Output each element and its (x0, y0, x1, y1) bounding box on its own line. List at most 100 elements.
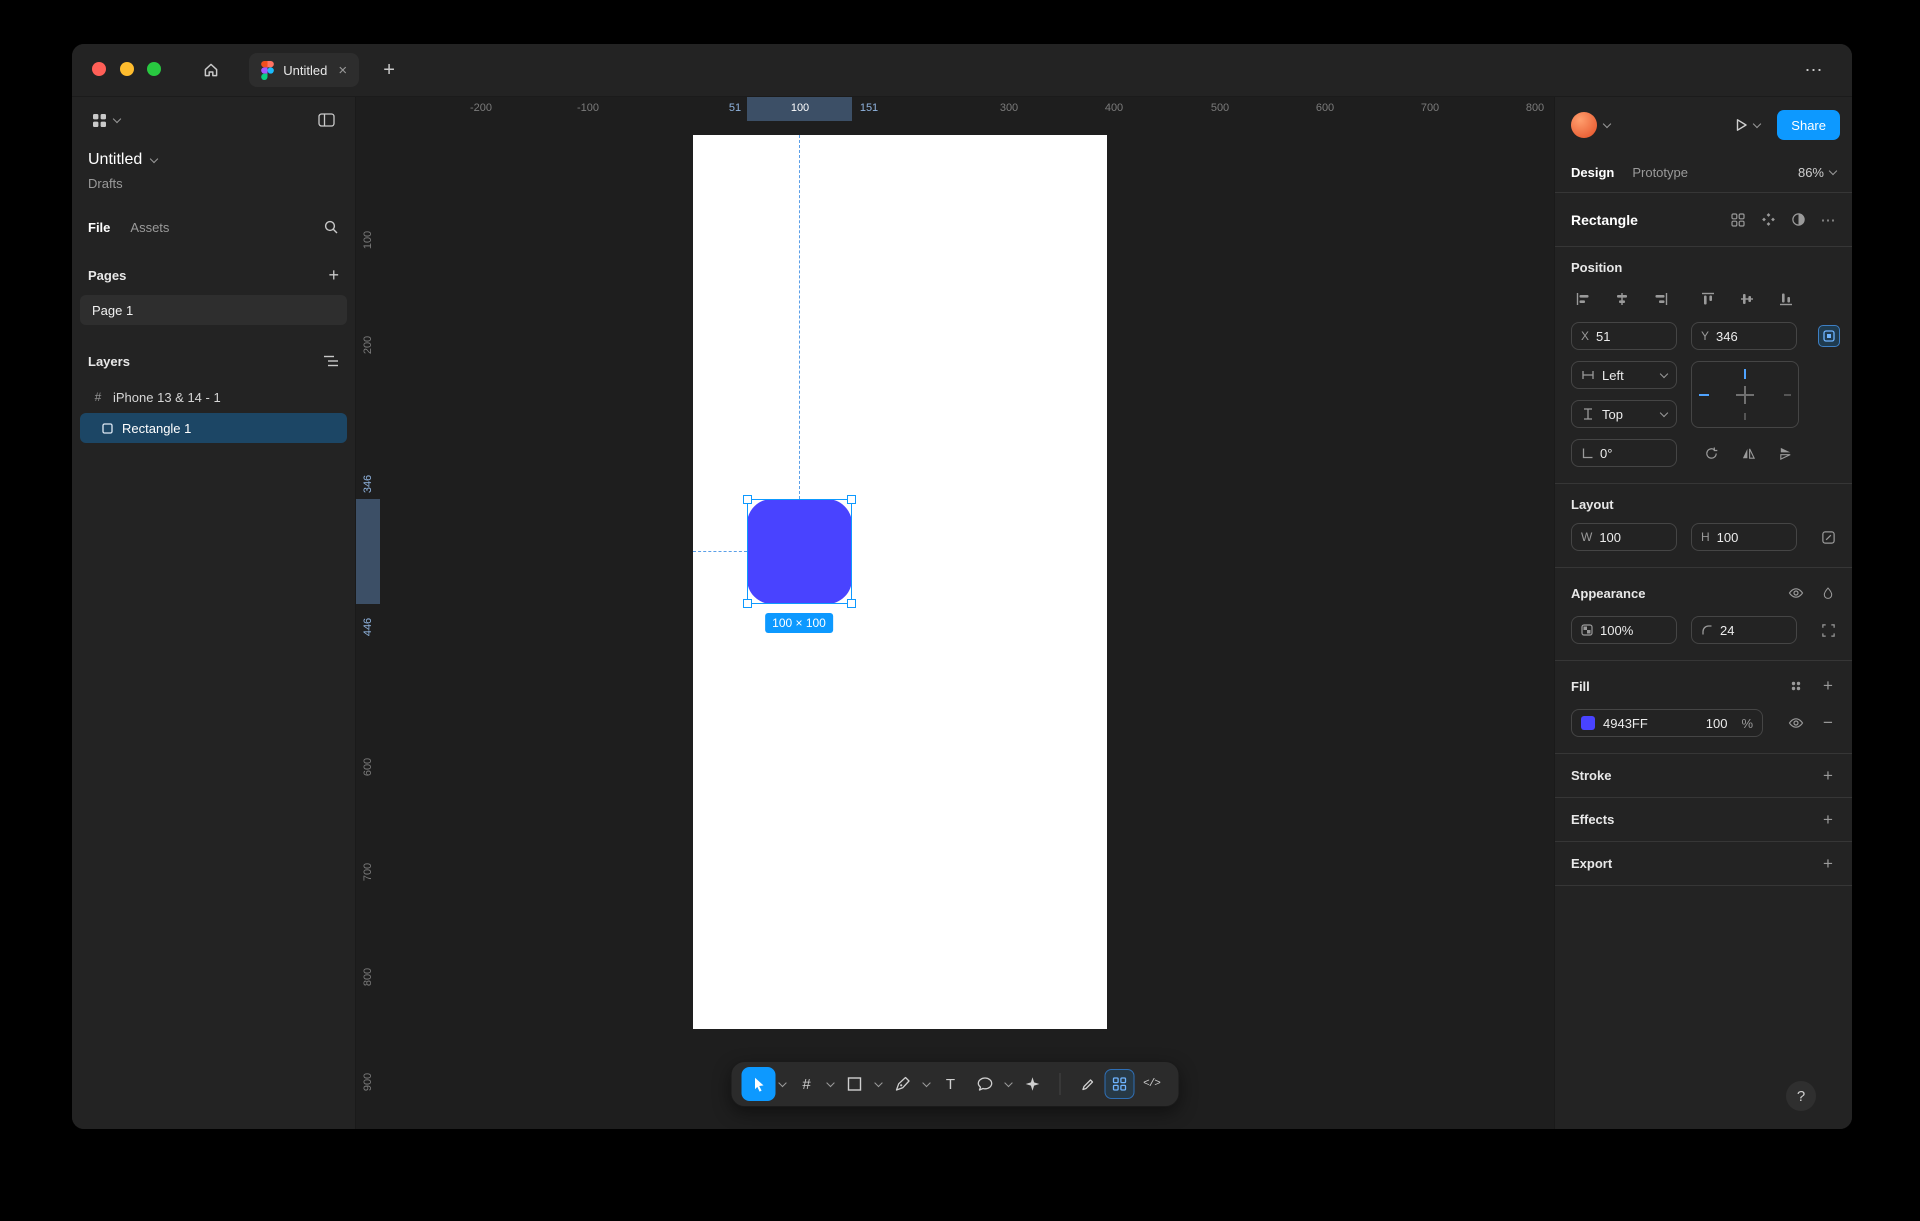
layers-filter-button[interactable] (323, 354, 339, 368)
y-position-field[interactable]: Y 346 (1691, 322, 1797, 350)
opacity-field[interactable]: 100% (1571, 616, 1677, 644)
present-button[interactable] (1733, 117, 1760, 133)
home-button[interactable] (195, 54, 227, 86)
more-options-button[interactable]: ⋯ (1816, 208, 1840, 232)
text-tool-button[interactable]: T (934, 1067, 968, 1101)
window-more-button[interactable]: ⋯ (1798, 54, 1830, 86)
layer-item-rectangle[interactable]: Rectangle 1 (80, 413, 347, 443)
add-stroke-button[interactable]: + (1816, 764, 1840, 788)
chevron-down-icon[interactable] (1603, 119, 1611, 127)
align-bottom-button[interactable] (1774, 287, 1798, 311)
constraint-left-active[interactable] (1699, 394, 1709, 396)
independent-corners-button[interactable] (1816, 618, 1840, 642)
frame-tool-chevron[interactable] (824, 1067, 838, 1101)
create-component-button[interactable] (1756, 208, 1780, 232)
vertical-constraint-icon (1581, 407, 1595, 421)
align-top-button[interactable] (1696, 287, 1720, 311)
close-tab-icon[interactable]: × (336, 62, 349, 79)
pen-tool-chevron[interactable] (920, 1067, 934, 1101)
avatar[interactable] (1571, 112, 1597, 138)
page-item[interactable]: Page 1 (80, 295, 347, 325)
shape-tool-button[interactable] (838, 1067, 872, 1101)
constraint-bottom[interactable] (1744, 413, 1746, 420)
align-right-button[interactable] (1649, 287, 1673, 311)
fill-swatch[interactable] (1581, 716, 1595, 730)
move-tool-chevron[interactable] (776, 1067, 790, 1101)
canvas[interactable]: iPhone 13 & 14 - 1 100 × 100 -200 -100 5… (356, 97, 1554, 1129)
search-button[interactable] (323, 219, 339, 235)
draw-mode-button[interactable] (1071, 1067, 1105, 1101)
layer-item-frame[interactable]: # iPhone 13 & 14 - 1 (80, 382, 347, 412)
resize-handle-se[interactable] (847, 599, 856, 608)
resize-handle-nw[interactable] (743, 495, 752, 504)
constraints-widget[interactable] (1691, 361, 1799, 428)
comment-tool-chevron[interactable] (1002, 1067, 1016, 1101)
fullscreen-window-button[interactable] (147, 62, 161, 76)
rotation-field[interactable]: 0° (1571, 439, 1677, 467)
file-name-row[interactable]: Untitled (72, 143, 355, 169)
add-fill-button[interactable]: + (1816, 674, 1840, 698)
help-button[interactable]: ? (1786, 1081, 1816, 1111)
apply-style-button[interactable] (1726, 208, 1750, 232)
align-left-button[interactable] (1571, 287, 1595, 311)
pen-tool-button[interactable] (886, 1067, 920, 1101)
new-tab-button[interactable]: + (373, 54, 405, 86)
vertical-constraint-select[interactable]: Top (1571, 400, 1677, 428)
resize-handle-sw[interactable] (743, 599, 752, 608)
sparkle-icon (1025, 1076, 1041, 1092)
droplet-icon (1821, 586, 1835, 601)
tab-prototype[interactable]: Prototype (1632, 165, 1688, 180)
vertical-ruler[interactable]: 100 200 346 446 600 700 800 900 (356, 97, 380, 1129)
absolute-position-toggle[interactable] (1818, 325, 1840, 347)
aspect-ratio-icon (1821, 530, 1836, 545)
flip-horizontal-button[interactable] (1736, 441, 1760, 465)
resize-handle-ne[interactable] (847, 495, 856, 504)
horizontal-constraint-select[interactable]: Left (1571, 361, 1677, 389)
add-effect-button[interactable]: + (1816, 808, 1840, 832)
zoom-control[interactable]: 86% (1798, 165, 1836, 180)
actions-button[interactable] (1016, 1067, 1050, 1101)
ruler-label: -200 (470, 102, 492, 114)
corner-radius-field[interactable]: 24 (1691, 616, 1797, 644)
toggle-fill-visibility-button[interactable] (1784, 711, 1808, 735)
minimize-window-button[interactable] (120, 62, 134, 76)
close-window-button[interactable] (92, 62, 106, 76)
frame-tool-button[interactable]: # (790, 1067, 824, 1101)
width-field[interactable]: W 100 (1571, 523, 1677, 551)
add-page-button[interactable]: + (328, 265, 339, 286)
remove-fill-button[interactable]: − (1816, 711, 1840, 735)
tab-file[interactable]: File (88, 220, 110, 235)
document-tab[interactable]: Untitled × (249, 53, 359, 87)
mask-button[interactable] (1786, 208, 1810, 232)
rotate-button[interactable] (1699, 441, 1723, 465)
tab-assets[interactable]: Assets (130, 220, 169, 235)
tab-design[interactable]: Design (1571, 165, 1614, 180)
x-position-field[interactable]: X 51 (1571, 322, 1677, 350)
pen-icon (895, 1076, 911, 1092)
shape-tool-chevron[interactable] (872, 1067, 886, 1101)
flip-vertical-button[interactable] (1773, 441, 1797, 465)
width-value: 100 (1599, 530, 1621, 545)
code-mode-button[interactable]: </> (1135, 1067, 1169, 1101)
visibility-button[interactable] (1784, 581, 1808, 605)
fill-color-field[interactable]: 4943FF 100 % (1571, 709, 1763, 737)
constraint-top-active[interactable] (1744, 369, 1746, 379)
horizontal-ruler[interactable]: -200 -100 51 100 151 300 400 500 600 700… (356, 97, 1554, 121)
height-field[interactable]: H 100 (1691, 523, 1797, 551)
comment-tool-button[interactable] (968, 1067, 1002, 1101)
constraint-right[interactable] (1784, 394, 1791, 396)
fill-styles-button[interactable] (1784, 674, 1808, 698)
align-horizontal-center-button[interactable] (1610, 287, 1634, 311)
blend-mode-button[interactable] (1816, 581, 1840, 605)
toggle-sidebar-button[interactable] (312, 107, 341, 133)
align-vertical-center-button[interactable] (1735, 287, 1759, 311)
aspect-ratio-lock-button[interactable] (1816, 525, 1840, 549)
effects-header: Effects (1571, 812, 1614, 827)
dev-mode-button[interactable] (1105, 1069, 1135, 1099)
list-icon (323, 354, 339, 368)
chevron-down-icon (1753, 119, 1761, 127)
add-export-button[interactable]: + (1816, 852, 1840, 876)
share-button[interactable]: Share (1777, 110, 1840, 140)
move-tool-button[interactable] (742, 1067, 776, 1101)
main-menu-button[interactable] (86, 107, 126, 134)
